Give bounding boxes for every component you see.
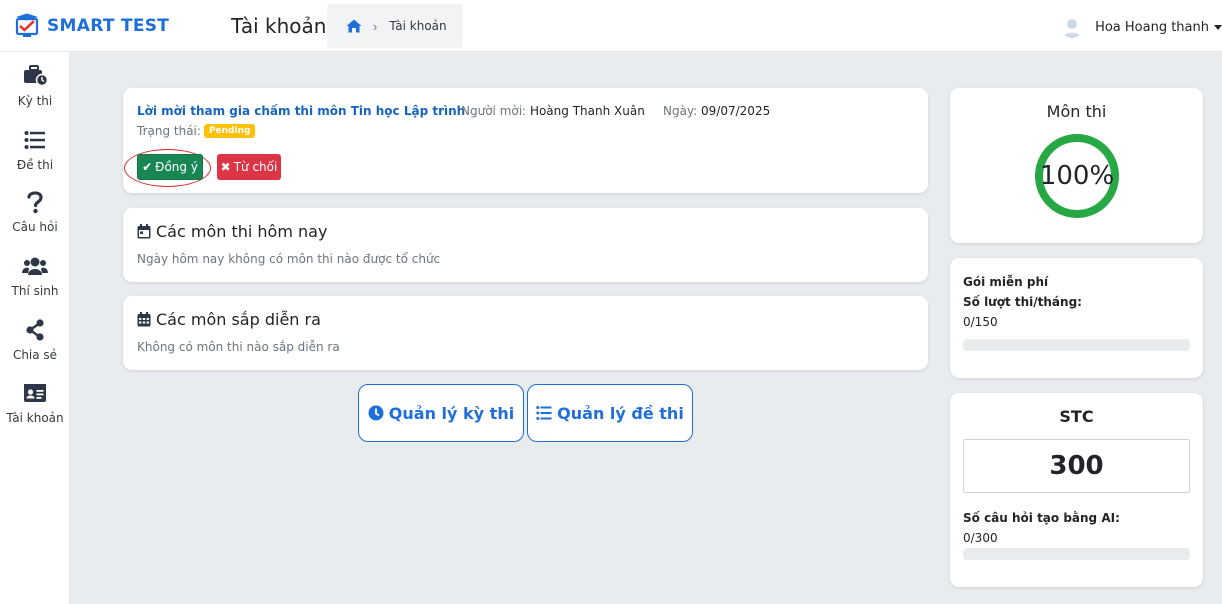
invitation-title: Lời mời tham gia chấm thi môn Tin học Lậ…	[137, 104, 466, 118]
invitation-date: Ngày: 09/07/2025	[663, 104, 770, 118]
date-value: 09/07/2025	[701, 104, 771, 118]
plan-name: Gói miễn phí	[963, 275, 1049, 289]
list-icon	[536, 405, 552, 421]
sidebar: Kỳ thi Đề thi Câu hỏi Thí sinh Chia sẻ T…	[0, 52, 70, 604]
top-bar: SMART TEST Tài khoản › Tài khoản Hoa Hoa…	[0, 0, 1222, 52]
breadcrumb: › Tài khoản	[327, 4, 463, 48]
progress-value: 100%	[1039, 161, 1115, 191]
ai-usage-value: 0/300	[963, 531, 998, 545]
status-line: Trạng thái: Pending	[137, 124, 256, 138]
chevron-right-icon: ›	[373, 18, 378, 34]
sidebar-item-exams[interactable]: Kỳ thi	[0, 64, 70, 120]
upcoming-exams-card: Các môn sắp diễn ra Không có môn thi nào…	[123, 296, 928, 370]
sidebar-item-tests[interactable]: Đề thi	[0, 128, 70, 184]
subject-stat-title: Môn thi	[1046, 102, 1107, 121]
smart-test-logo-icon	[14, 13, 40, 39]
sidebar-item-label: Thí sinh	[11, 284, 59, 298]
share-icon	[22, 318, 48, 342]
calendar-icon	[137, 224, 151, 239]
sidebar-item-label: Tài khoản	[6, 411, 64, 425]
manage-tests-label: Quản lý đề thi	[557, 403, 684, 423]
user-name: Hoa Hoang thanh	[1095, 19, 1209, 35]
briefcase-clock-icon	[22, 64, 48, 88]
manage-tests-button[interactable]: Quản lý đề thi	[527, 384, 693, 442]
accept-button[interactable]: ✔ Đồng ý	[137, 154, 203, 180]
today-title-text: Các môn thi hôm nay	[156, 222, 328, 241]
reject-label: Từ chối	[233, 160, 278, 174]
brand-name: SMART TEST	[47, 16, 170, 36]
date-label: Ngày:	[663, 104, 698, 118]
close-icon: ✖	[220, 160, 231, 174]
plan-usage-value: 0/150	[963, 315, 998, 329]
user-menu[interactable]: Hoa Hoang thanh	[1061, 14, 1222, 40]
calendar-grid-icon	[137, 312, 151, 327]
list-icon	[22, 128, 48, 152]
reject-button[interactable]: ✖ Từ chối	[217, 154, 281, 180]
check-icon: ✔	[142, 160, 153, 174]
inviter-label: Người mời:	[461, 104, 527, 118]
plan-card: Gói miễn phí Số lượt thi/tháng: 0/150	[950, 258, 1203, 378]
inviter: Người mời: Hoàng Thanh Xuân	[461, 104, 645, 118]
manage-exams-label: Quản lý kỳ thi	[388, 403, 515, 423]
avatar	[1061, 16, 1084, 38]
status-badge: Pending	[203, 124, 256, 138]
inviter-name: Hoàng Thanh Xuân	[529, 104, 645, 118]
page-title: Tài khoản	[231, 14, 327, 38]
question-icon	[22, 190, 48, 214]
clock-icon	[368, 405, 384, 421]
home-icon[interactable]	[346, 19, 362, 33]
status-label: Trạng thái:	[137, 124, 201, 138]
sidebar-item-label: Kỳ thi	[17, 94, 53, 108]
plan-usage-bar	[963, 339, 1190, 351]
sidebar-item-candidates[interactable]: Thí sinh	[0, 254, 70, 310]
stc-card: STC 300 Số câu hỏi tạo bằng AI: 0/300	[950, 393, 1203, 587]
users-icon	[22, 254, 48, 278]
upcoming-exams-text: Không có môn thi nào sắp diễn ra	[137, 340, 340, 354]
brand-logo[interactable]: SMART TEST	[14, 12, 169, 40]
id-card-icon	[22, 381, 48, 405]
sidebar-item-questions[interactable]: Câu hỏi	[0, 190, 70, 246]
upcoming-exams-title: Các môn sắp diễn ra	[137, 310, 321, 329]
today-exams-card: Các môn thi hôm nay Ngày hôm nay không c…	[123, 208, 928, 282]
sidebar-item-label: Đề thi	[16, 158, 54, 172]
upcoming-title-text: Các môn sắp diễn ra	[156, 310, 321, 329]
manage-exams-button[interactable]: Quản lý kỳ thi	[358, 384, 524, 442]
accept-label: Đồng ý	[155, 160, 198, 174]
today-exams-title: Các môn thi hôm nay	[137, 222, 327, 241]
ai-usage-label: Số câu hỏi tạo bằng AI:	[963, 511, 1120, 525]
breadcrumb-current: Tài khoản	[389, 19, 447, 33]
ai-usage-bar	[963, 548, 1190, 560]
sidebar-item-account[interactable]: Tài khoản	[0, 381, 70, 437]
subject-stat-card: Môn thi 100%	[950, 88, 1203, 243]
sidebar-item-label: Chia sẻ	[12, 348, 58, 362]
chevron-down-icon	[1214, 24, 1222, 30]
sidebar-item-label: Câu hỏi	[12, 220, 58, 234]
plan-usage-label: Số lượt thi/tháng:	[963, 295, 1082, 309]
sidebar-item-share[interactable]: Chia sẻ	[0, 318, 70, 374]
stc-value: 300	[963, 439, 1190, 493]
stc-title: STC	[1059, 407, 1094, 426]
today-exams-text: Ngày hôm nay không có môn thi nào được t…	[137, 252, 441, 266]
